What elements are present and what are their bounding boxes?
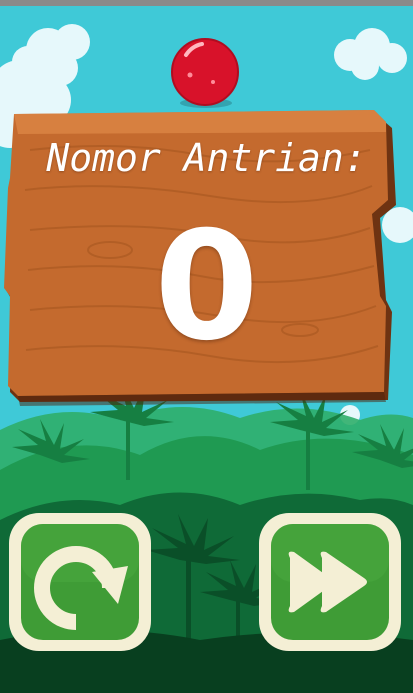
queue-number: 0 [154, 200, 259, 374]
replay-button[interactable] [6, 510, 154, 654]
queue-label: Nomor Antrian: [46, 136, 367, 180]
next-button[interactable] [256, 510, 404, 654]
game-screen: Nomor Antrian: 0 [0, 0, 413, 693]
